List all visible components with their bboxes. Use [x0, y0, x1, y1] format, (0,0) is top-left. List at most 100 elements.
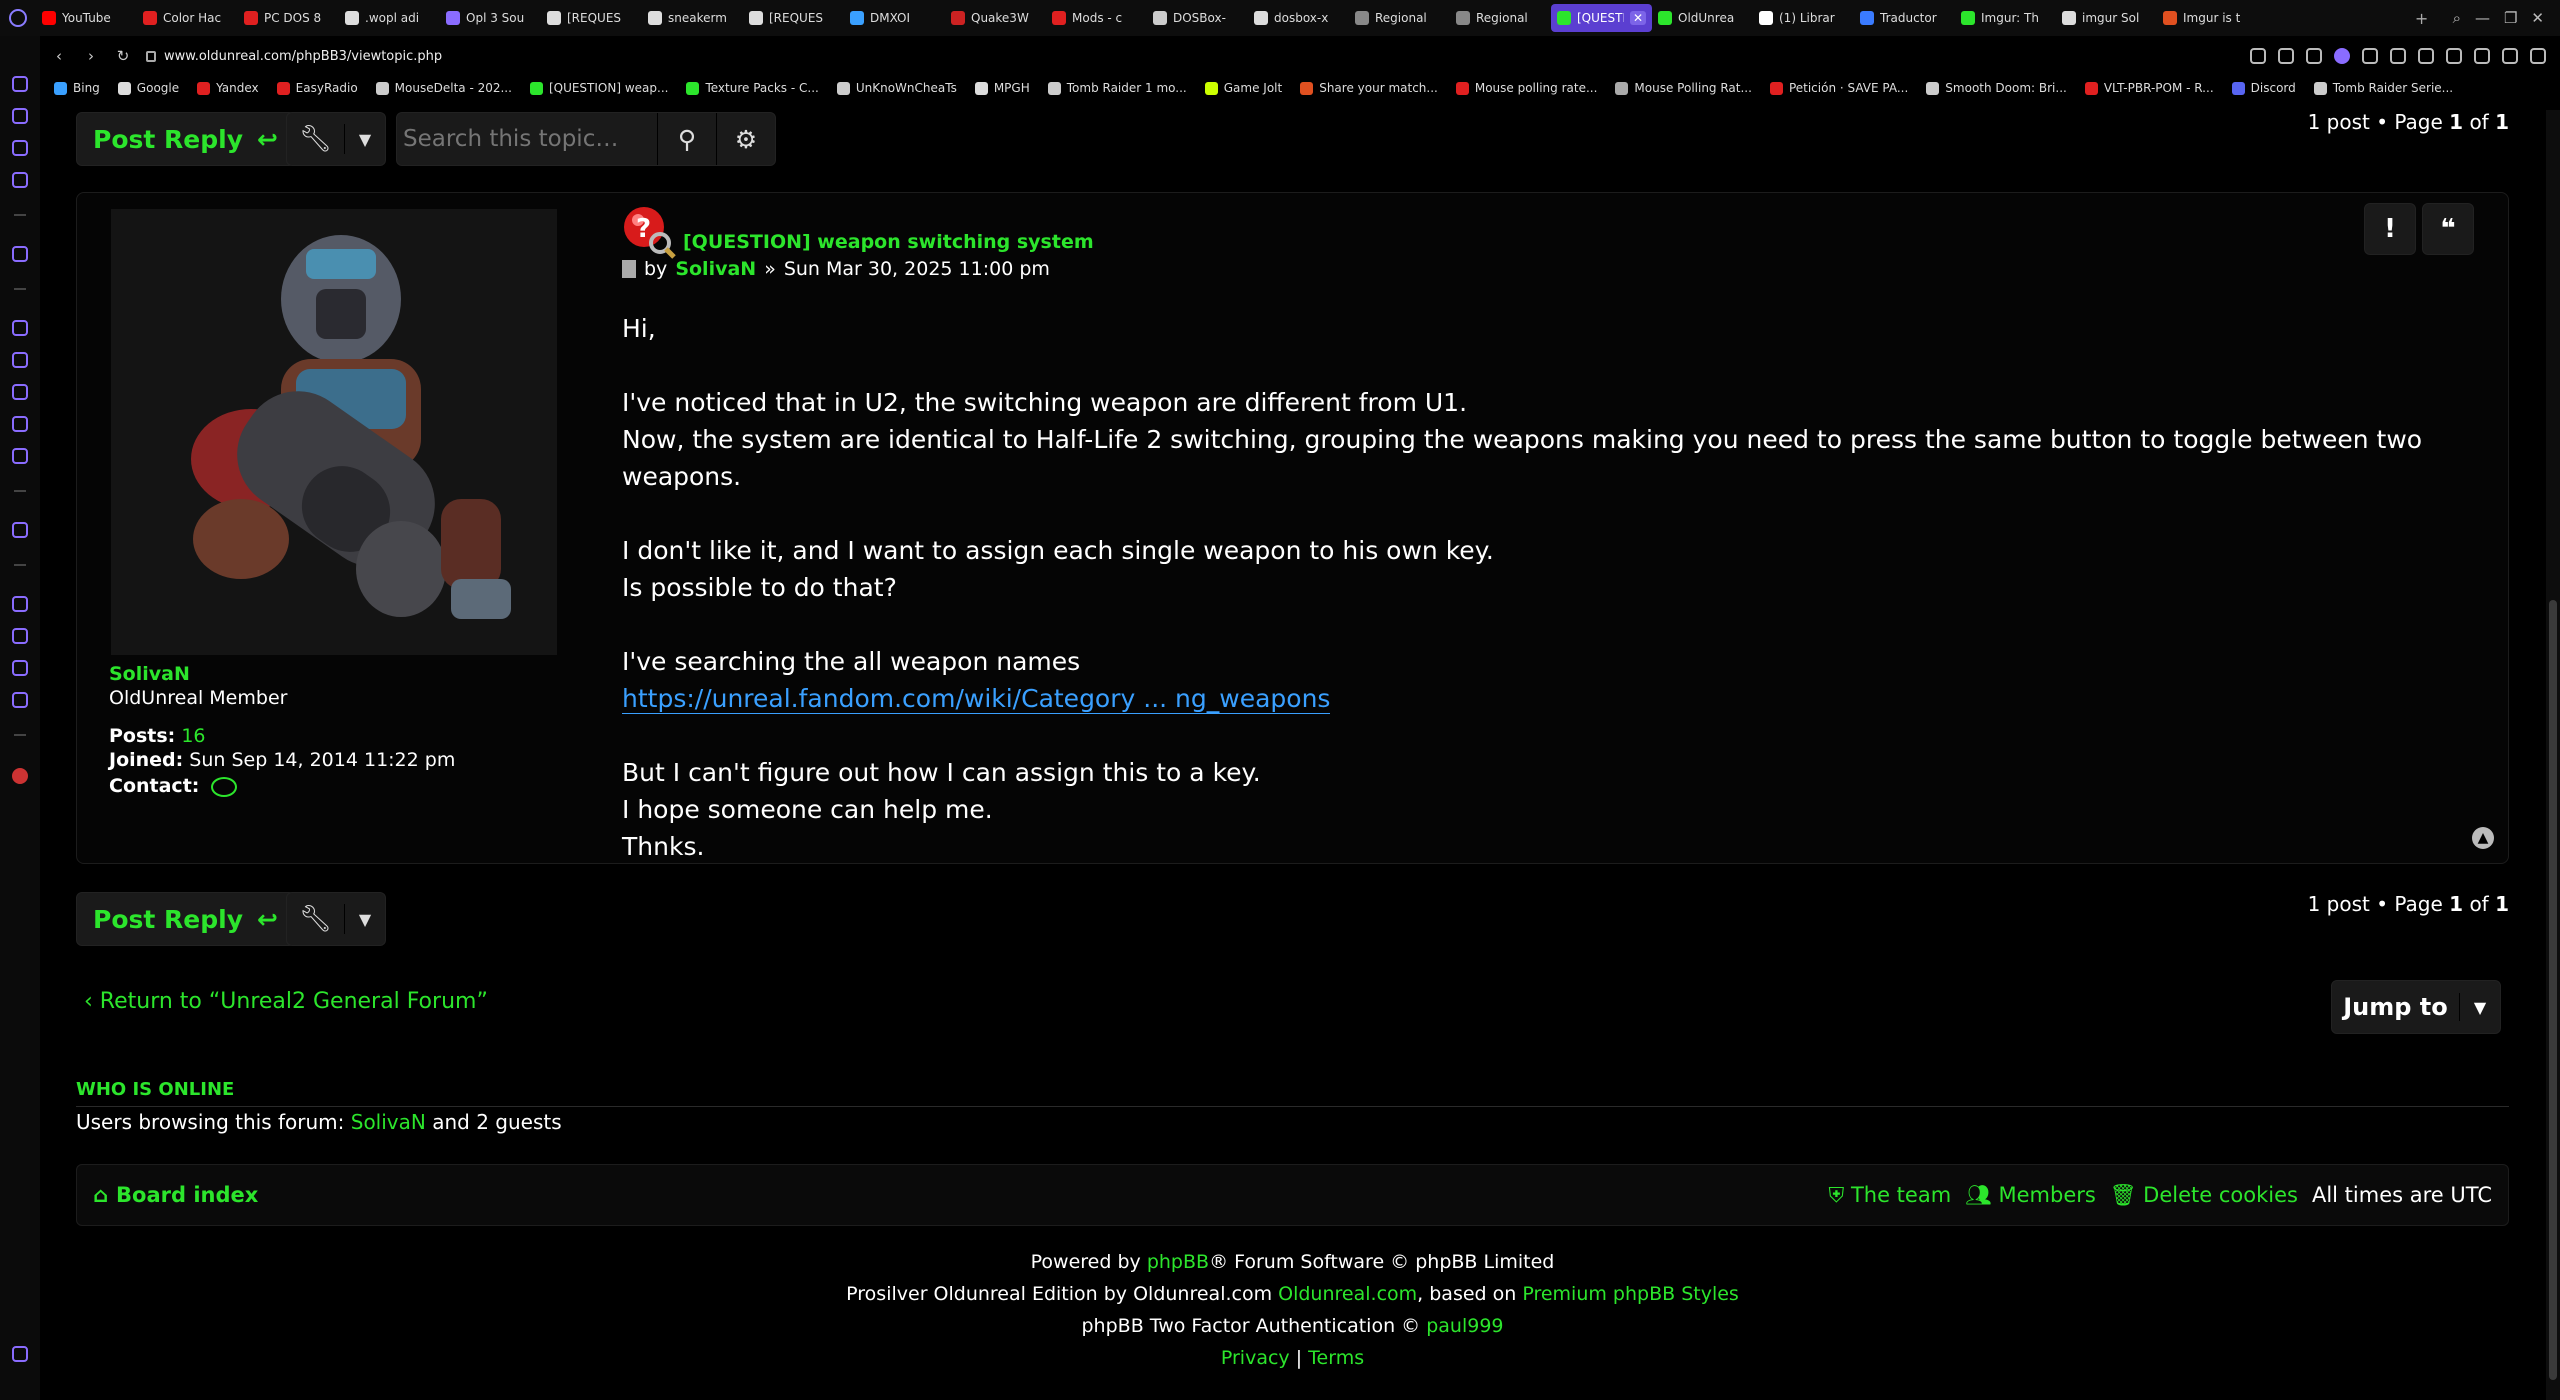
sidebar-twitch-icon[interactable] [12, 320, 28, 336]
sidebar-settings-icon[interactable] [12, 692, 28, 708]
browser-tab[interactable]: Regional [1349, 4, 1450, 32]
browser-tab[interactable]: DOSBox- [1147, 4, 1248, 32]
tab-label: (1) Librar [1779, 11, 1835, 25]
bookmark-label: MouseDelta - 202... [394, 81, 512, 95]
browser-tab[interactable]: [REQUES [541, 4, 642, 32]
camera-icon[interactable] [2306, 48, 2322, 64]
profile-icon[interactable] [2502, 48, 2518, 64]
minimize-icon[interactable]: — [2475, 9, 2490, 27]
browser-tab[interactable]: dosbox-x [1248, 4, 1349, 32]
tab-close-icon[interactable]: ✕ [1629, 11, 1646, 25]
bookmark-item[interactable]: Tomb Raider Serie... [2313, 81, 2453, 95]
tab-label: PC DOS 8 [264, 11, 322, 25]
close-window-icon[interactable]: ✕ [2531, 9, 2544, 27]
bookmark-item[interactable]: Texture Packs - C... [686, 81, 819, 95]
privacy-link[interactable]: Privacy [1221, 1347, 1290, 1369]
phpbb-link[interactable]: phpBB [1147, 1251, 1209, 1273]
sidebar-workspace-icon[interactable] [12, 108, 28, 124]
sidebar-apps-icon[interactable] [12, 172, 28, 188]
browser-tab[interactable]: YouTube [36, 4, 137, 32]
reload-icon[interactable]: ↻ [114, 47, 132, 65]
premium-styles-link[interactable]: Premium phpBB Styles [1522, 1283, 1738, 1305]
vpn-icon[interactable] [2334, 48, 2350, 64]
browser-tab[interactable]: Opl 3 Sou [440, 4, 541, 32]
menu-icon[interactable] [2530, 48, 2546, 64]
maximize-icon[interactable]: ❐ [2504, 9, 2517, 27]
bookmark-item[interactable]: Bing [54, 81, 100, 95]
sidebar-history-icon[interactable] [12, 628, 28, 644]
oldunreal-link[interactable]: Oldunreal.com [1278, 1283, 1417, 1305]
sidebar-telegram-icon[interactable] [12, 352, 28, 368]
sidebar-discord-icon[interactable] [12, 448, 28, 464]
browser-tab[interactable]: Imgur is t [2157, 4, 2258, 32]
members-link[interactable]: 👥︎ Members [1965, 1183, 2096, 1208]
sidebar-x-icon[interactable] [12, 416, 28, 432]
bookmark-item[interactable]: MouseDelta - 202... [375, 81, 512, 95]
browser-tab[interactable]: imgur Sol [2056, 4, 2157, 32]
browser-tab[interactable]: OldUnrea [1652, 4, 1753, 32]
heart-icon[interactable] [2390, 48, 2406, 64]
bookmark-item[interactable]: Discord [2231, 81, 2296, 95]
bookmark-item[interactable]: EasyRadio [276, 81, 358, 95]
browser-tab[interactable]: PC DOS 8 [238, 4, 339, 32]
search-page-icon[interactable] [2250, 48, 2266, 64]
return-to-forum-link[interactable]: ‹ Return to “Unreal2 General Forum” [84, 989, 488, 1014]
bookmark-item[interactable]: VLT-PBR-POM - R... [2084, 81, 2214, 95]
browser-tab[interactable]: [QUESTION] ✕ [1551, 4, 1652, 32]
download-icon[interactable] [2474, 48, 2490, 64]
team-link[interactable]: ⛨ The team [1829, 1183, 1952, 1208]
cube-icon[interactable] [2446, 48, 2462, 64]
browser-tab[interactable]: .wopl adi [339, 4, 440, 32]
browser-tab[interactable]: Quake3W [945, 4, 1046, 32]
bookmark-item[interactable]: UnKnoWnCheaTs [836, 81, 957, 95]
sidebar-home-icon[interactable] [12, 246, 28, 262]
sidebar-messages-icon[interactable] [12, 140, 28, 156]
powered-post: ® Forum Software © phpBB Limited [1209, 1251, 1555, 1273]
browser-tab[interactable]: Color Hac [137, 4, 238, 32]
browser-tab[interactable]: (1) Librar [1753, 4, 1854, 32]
bookmark-item[interactable]: Share your match... [1300, 81, 1438, 95]
delete-cookies-link[interactable]: 🗑︎ Delete cookies [2110, 1183, 2298, 1208]
jump-to-button[interactable]: Jump to ▼ [2331, 980, 2501, 1034]
bookmark-item[interactable]: Game Jolt [1204, 81, 1282, 95]
sidebar-instagram-icon[interactable] [12, 384, 28, 400]
send-icon[interactable] [2362, 48, 2378, 64]
bookmark-item[interactable]: [QUESTION] weap... [529, 81, 668, 95]
bookmark-item[interactable]: Tomb Raider 1 mo... [1047, 81, 1187, 95]
bookmark-item[interactable]: Mouse Polling Rat... [1615, 81, 1752, 95]
paul999-link[interactable]: paul999 [1426, 1315, 1503, 1337]
page-scrollbar[interactable] [2546, 110, 2560, 1400]
search-tabs-icon[interactable]: ⌕ [2453, 9, 2461, 27]
sidebar-extensions-icon[interactable] [12, 660, 28, 676]
forward-icon[interactable]: › [82, 47, 100, 65]
bookmark-item[interactable]: Yandex [197, 81, 259, 95]
sidebar-extension-red-icon[interactable] [12, 768, 28, 784]
sidebar-aria-icon[interactable] [12, 76, 28, 92]
back-icon[interactable]: ‹ [50, 47, 68, 65]
lower-section: ‹ Return to “Unreal2 General Forum” Jump… [76, 104, 2509, 1400]
sidebar-music-icon[interactable] [12, 522, 28, 538]
bookmark-item[interactable]: MPGH [974, 81, 1030, 95]
opera-menu-button[interactable] [0, 0, 36, 36]
bookmark-item[interactable]: Mouse polling rate... [1455, 81, 1597, 95]
new-tab-icon[interactable]: + [2407, 9, 2437, 28]
browser-tab[interactable]: Traductor [1854, 4, 1955, 32]
bookmark-item[interactable]: Petición · SAVE PA... [1769, 81, 1908, 95]
board-index-link[interactable]: ⌂ Board index [93, 1183, 258, 1207]
browser-tab[interactable]: Regional [1450, 4, 1551, 32]
terms-link[interactable]: Terms [1308, 1347, 1364, 1369]
sidebar-tabs-icon[interactable] [12, 596, 28, 612]
sidebar-more-icon[interactable] [12, 1346, 28, 1362]
extension-icon[interactable] [2418, 48, 2434, 64]
browser-tab[interactable]: DMXOI [844, 4, 945, 32]
bookmark-item[interactable]: Google [117, 81, 179, 95]
browser-tab[interactable]: [REQUES [743, 4, 844, 32]
browser-tab[interactable]: sneakerm [642, 4, 743, 32]
online-user[interactable]: SolivaN [351, 1110, 426, 1134]
bookmark-item[interactable]: Smooth Doom: Bri... [1926, 81, 2067, 95]
scrollbar-thumb[interactable] [2549, 600, 2557, 1380]
browser-tab[interactable]: Imgur: Th [1955, 4, 2056, 32]
url-field[interactable]: www.oldunreal.com/phpBB3/viewtopic.php [146, 49, 442, 64]
edit-icon[interactable] [2278, 48, 2294, 64]
browser-tab[interactable]: Mods - c [1046, 4, 1147, 32]
